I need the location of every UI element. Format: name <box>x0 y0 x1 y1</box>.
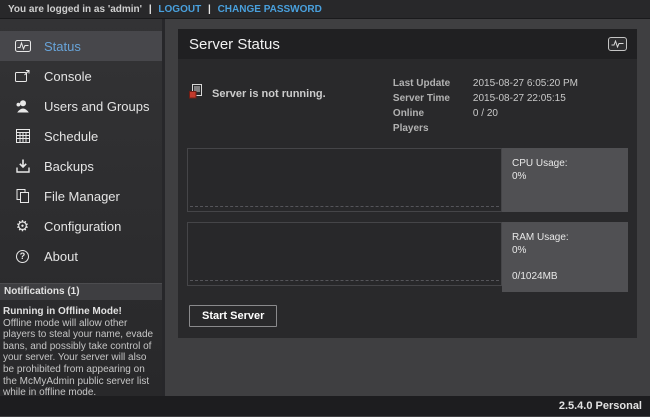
gear-icon: ⚙ <box>14 219 31 234</box>
question-circle-icon: ? <box>14 250 31 263</box>
info-value: 2015-08-27 22:05:15 <box>473 91 566 106</box>
ram-usage-detail: 0/1024MB <box>512 270 618 283</box>
file-manager-icon <box>14 189 31 203</box>
sidebar-item-label: File Manager <box>44 189 120 204</box>
info-label: Server Time <box>393 91 461 106</box>
sidebar-item-label: Status <box>44 39 81 54</box>
server-status-message: Server is not running. <box>189 84 326 104</box>
info-label: Online Players <box>393 106 461 136</box>
cpu-usage-box: CPU Usage: 0% <box>502 148 628 212</box>
sidebar-item-label: About <box>44 249 78 264</box>
notification-text: Offline mode will allow other players to… <box>3 318 158 399</box>
console-icon <box>14 69 31 83</box>
status-text: Server is not running. <box>212 88 326 100</box>
sidebar-item-label: Configuration <box>44 219 121 234</box>
cpu-usage-value: 0% <box>512 170 618 183</box>
start-server-button[interactable]: Start Server <box>189 305 277 327</box>
separator: | <box>208 4 211 15</box>
logout-link[interactable]: LOGOUT <box>158 4 201 15</box>
info-row: Server Time 2015-08-27 22:05:15 <box>393 91 578 106</box>
server-stopped-icon <box>189 84 203 104</box>
ram-usage-box: RAM Usage: 0% 0/1024MB <box>502 222 628 292</box>
sidebar-item-backups[interactable]: Backups <box>0 151 162 181</box>
info-row: Online Players 0 / 20 <box>393 106 578 136</box>
schedule-icon <box>14 129 31 143</box>
info-row: Last Update 2015-08-27 6:05:20 PM <box>393 76 578 91</box>
cpu-usage-label: CPU Usage: <box>512 157 618 170</box>
logged-in-text: You are logged in as 'admin' <box>8 4 142 15</box>
sidebar-item-schedule[interactable]: Schedule <box>0 121 162 151</box>
graph-baseline <box>190 280 499 281</box>
status-pulse-icon <box>608 37 627 51</box>
sidebar-nav: Status Console Users and Groups Schedule <box>0 31 162 271</box>
panel-header: Server Status <box>178 29 637 59</box>
server-info-table: Last Update 2015-08-27 6:05:20 PM Server… <box>393 76 578 136</box>
graph-baseline <box>190 206 499 207</box>
notification-title: Running in Offline Mode! <box>3 306 158 318</box>
sidebar-item-label: Users and Groups <box>44 99 150 114</box>
sidebar-item-file-manager[interactable]: File Manager <box>0 181 162 211</box>
sidebar-item-about[interactable]: ? About <box>0 241 162 271</box>
topbar: You are logged in as 'admin' | LOGOUT | … <box>0 0 650 19</box>
version-label: 2.5.4.0 Personal <box>559 400 642 412</box>
sidebar-item-label: Schedule <box>44 129 98 144</box>
sidebar-item-label: Console <box>44 69 92 84</box>
footer-bar: 2.5.4.0 Personal <box>0 396 650 416</box>
separator: | <box>149 4 152 15</box>
sidebar: Status Console Users and Groups Schedule <box>0 19 165 396</box>
users-icon <box>14 99 31 113</box>
status-icon <box>14 40 31 52</box>
ram-usage-graph <box>187 222 502 286</box>
sidebar-item-users-and-groups[interactable]: Users and Groups <box>0 91 162 121</box>
notification-item: Running in Offline Mode! Offline mode wi… <box>0 300 162 399</box>
page-title: Server Status <box>189 36 280 53</box>
sidebar-item-label: Backups <box>44 159 94 174</box>
server-status-row: Server is not running. Last Update 2015-… <box>187 68 628 148</box>
ram-usage-label: RAM Usage: <box>512 231 618 244</box>
info-label: Last Update <box>393 76 461 91</box>
content-area: Server Status Server is not running. Las… <box>165 19 650 396</box>
sidebar-item-console[interactable]: Console <box>0 61 162 91</box>
cpu-usage-row: CPU Usage: 0% <box>187 148 628 212</box>
ram-usage-value: 0% <box>512 244 618 257</box>
notifications-header: Notifications (1) <box>0 283 162 300</box>
notifications-panel: Notifications (1) Running in Offline Mod… <box>0 283 162 399</box>
sidebar-item-status[interactable]: Status <box>0 31 162 61</box>
main-row: Status Console Users and Groups Schedule <box>0 19 650 396</box>
ram-usage-row: RAM Usage: 0% 0/1024MB <box>187 222 628 292</box>
panel-body: Server is not running. Last Update 2015-… <box>178 59 637 338</box>
backups-icon <box>14 159 31 173</box>
cpu-usage-graph <box>187 148 502 212</box>
info-value: 0 / 20 <box>473 106 498 136</box>
info-value: 2015-08-27 6:05:20 PM <box>473 76 578 91</box>
change-password-link[interactable]: CHANGE PASSWORD <box>218 4 322 15</box>
sidebar-item-configuration[interactable]: ⚙ Configuration <box>0 211 162 241</box>
